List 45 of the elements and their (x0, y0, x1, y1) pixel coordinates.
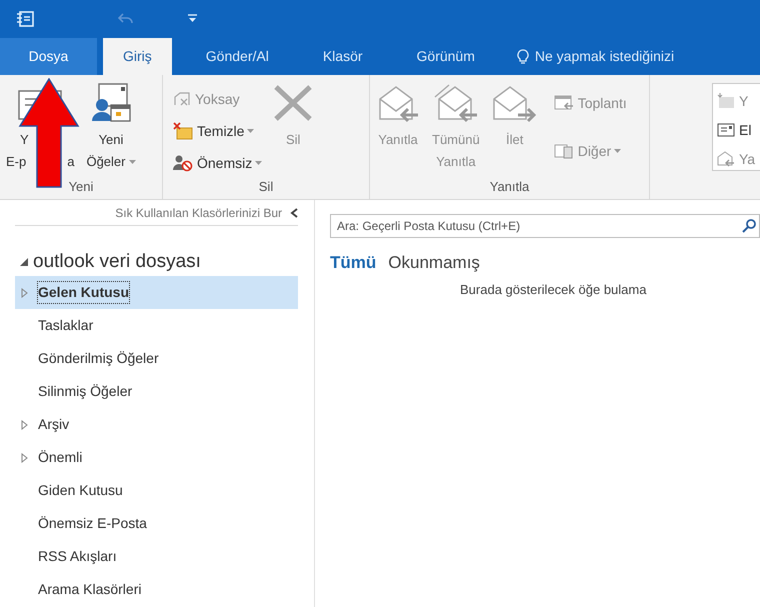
folder-item[interactable]: Gönderilmiş Öğeler (15, 342, 298, 375)
contact-calendar-icon (90, 83, 131, 123)
close-icon (272, 83, 314, 123)
ignore-icon (173, 91, 191, 107)
ribbon-button[interactable]: Yeni Öğeler (84, 83, 138, 173)
person-blocked-icon (173, 154, 193, 172)
lightbulb-icon (516, 48, 529, 64)
folder-item[interactable]: Önemli (15, 441, 298, 474)
folder-item[interactable]: RSS Akışları (15, 540, 298, 573)
ribbon-button[interactable]: El (717, 118, 760, 142)
reply-all-icon (432, 83, 479, 123)
empty-message: Burada gösterilecek öğe bulama (459, 280, 648, 299)
calendar-icon (554, 95, 574, 111)
filter-tab[interactable]: Tümü (330, 250, 376, 276)
account-name[interactable]: outlook veri dosyası (33, 248, 201, 276)
ribbon-tab[interactable]: Görünüm (396, 38, 495, 75)
favorites-hint: Sık Kullanılan Klasörlerinizi Bur (115, 204, 282, 222)
search-icon (742, 219, 756, 233)
ribbon-tab[interactable]: Klasör (302, 38, 383, 75)
reply-icon (717, 150, 735, 167)
ribbon-button[interactable]: Temizle (173, 117, 262, 145)
customize-icon[interactable] (188, 14, 197, 23)
ribbon-tab[interactable]: Dosya (0, 38, 97, 75)
folder-item[interactable]: Gelen Kutusu (15, 276, 298, 309)
tell-me-field[interactable]: Ne yapmak istediğinizi (516, 38, 674, 75)
folder-item[interactable]: Arama Klasörleri (15, 573, 298, 606)
search-field[interactable]: Ara: Geçerli Posta Kutusu (Ctrl+E) (330, 214, 760, 238)
ribbon-tab[interactable]: Gönder/Al (186, 38, 289, 75)
envelope-icon (717, 123, 735, 137)
envelope-cleanup-icon (173, 122, 193, 140)
folder-item[interactable]: Önemsiz E-Posta (15, 507, 298, 540)
folder-item[interactable]: Giden Kutusu (15, 474, 298, 507)
group-label: Yanıtla (488, 178, 530, 196)
group-label: Sil (258, 178, 274, 196)
window-icon (554, 143, 574, 159)
folder-item[interactable]: Arşiv (15, 408, 298, 441)
folder-icon (717, 93, 735, 110)
folder-item[interactable]: Silinmiş Öğeler (15, 375, 298, 408)
ribbon-tab[interactable]: Giriş (103, 38, 172, 75)
collapse-icon[interactable] (290, 208, 298, 218)
group-label: Yeni (68, 178, 94, 196)
folder-item[interactable]: Taslaklar (15, 309, 298, 342)
filter-tab[interactable]: Okunmamış (388, 250, 480, 276)
ribbon-button[interactable]: Önemsiz (173, 149, 262, 177)
app-icon[interactable] (16, 8, 36, 28)
